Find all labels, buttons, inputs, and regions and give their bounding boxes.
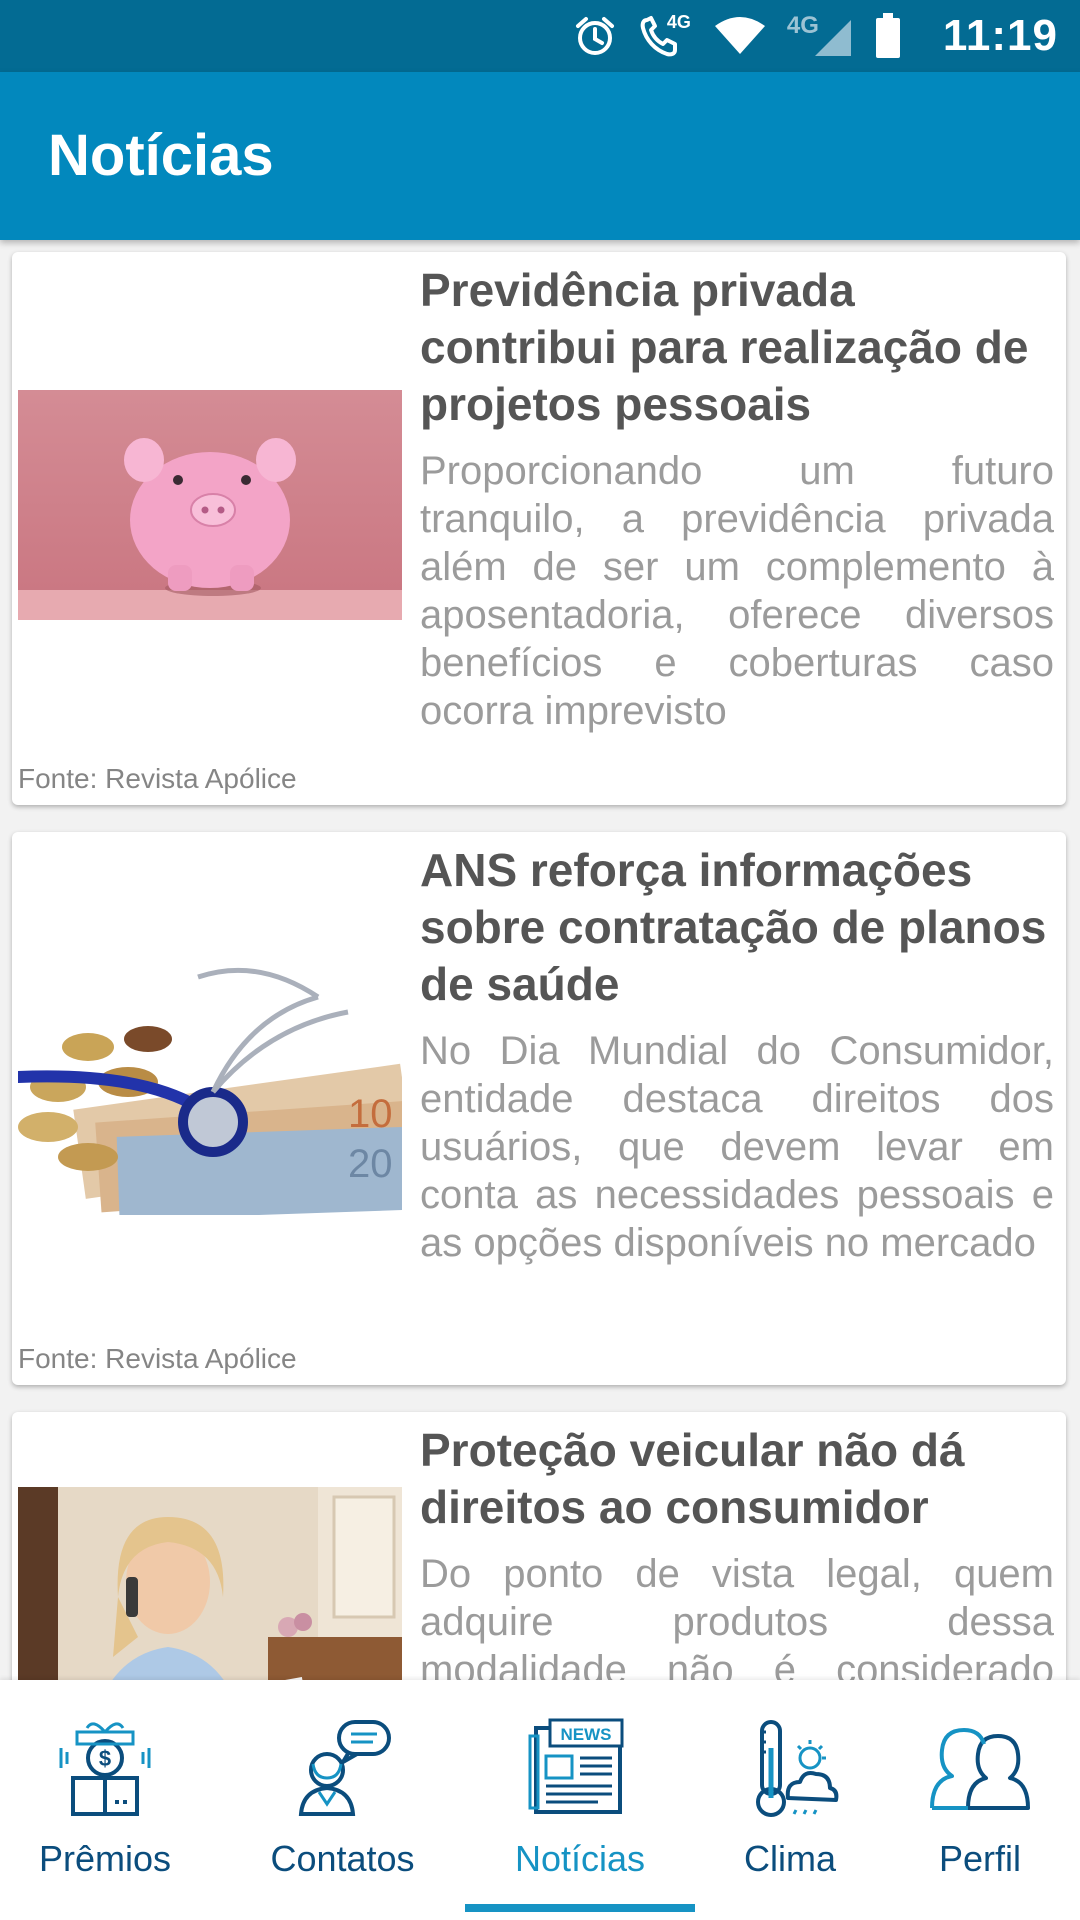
nav-label: Notícias (514, 1838, 646, 1879)
news-badge-text: NEWS (561, 1725, 612, 1744)
article-image-piggy-bank (18, 390, 402, 620)
article-body: Proteção veicular não dá direitos ao con… (420, 1422, 1054, 1680)
alarm-icon (573, 14, 617, 58)
contact-chat-icon (293, 1718, 393, 1823)
profile-users-icon (928, 1718, 1032, 1823)
page-title: Notícias (48, 123, 274, 188)
status-time: 11:19 (942, 11, 1058, 60)
article-body: ANS reforça informações sobre contrataçã… (420, 842, 1054, 1267)
signal-icon: 4G (787, 12, 853, 58)
weather-thermometer-icon (740, 1718, 840, 1823)
svg-text:10: 10 (348, 1092, 393, 1136)
article-summary: Do ponto de vista legal, quem adquire pr… (420, 1552, 1054, 1680)
nav-label: Contatos (270, 1838, 415, 1879)
svg-text:$: $ (99, 1746, 111, 1771)
gift-dollar-icon: $ (55, 1718, 155, 1823)
article-image-woman-on-phone (18, 1487, 402, 1680)
article-image-stethoscope-money: 10 20 (18, 957, 402, 1215)
article-source: Fonte: Revista Apólice (18, 763, 297, 794)
battery-icon (875, 13, 901, 59)
newspaper-icon: NEWS (528, 1718, 632, 1823)
article-title[interactable]: Previdência privada contribui para reali… (420, 262, 1054, 433)
call-4g-label: 4G (666, 12, 691, 32)
news-feed[interactable]: Previdência privada contribui para reali… (0, 240, 1080, 1680)
article-source: Fonte: Revista Apólice (18, 1343, 297, 1374)
nav-item-noticias[interactable]: NEWS Notícias (465, 1680, 695, 1920)
bottom-navigation: $ Prêmios Contatos NEWS Notícias Clima P… (0, 1680, 1080, 1920)
article-summary: Proporcionando um futuro tranquilo, a pr… (420, 449, 1054, 733)
news-card[interactable]: 10 20 ANS reforça informações sobre cont… (12, 832, 1066, 1385)
status-bar: 4G 4G 11:19 (0, 0, 1080, 72)
wifi-icon (714, 16, 765, 56)
article-title[interactable]: ANS reforça informações sobre contrataçã… (420, 842, 1054, 1013)
news-card[interactable]: Previdência privada contribui para reali… (12, 252, 1066, 805)
nav-label: Prêmios (38, 1838, 172, 1879)
nav-item-contatos[interactable]: Contatos (235, 1680, 450, 1920)
article-body: Previdência privada contribui para reali… (420, 262, 1054, 735)
article-summary: No Dia Mundial do Consumidor, entidade d… (420, 1029, 1054, 1265)
nav-item-perfil[interactable]: Perfil (880, 1680, 1080, 1920)
app-bar: Notícias (0, 72, 1080, 240)
news-card[interactable]: Proteção veicular não dá direitos ao con… (12, 1412, 1066, 1680)
svg-text:20: 20 (348, 1142, 393, 1186)
article-title[interactable]: Proteção veicular não dá direitos ao con… (420, 1422, 1054, 1536)
nav-item-premios[interactable]: $ Prêmios (0, 1680, 210, 1920)
nav-item-clima[interactable]: Clima (690, 1680, 890, 1920)
status-icons: 4G 4G 11:19 (573, 0, 1058, 72)
active-tab-indicator (465, 1904, 695, 1912)
nav-label: Clima (743, 1838, 836, 1879)
nav-label: Perfil (938, 1838, 1022, 1879)
call-4g-icon: 4G (639, 12, 693, 58)
